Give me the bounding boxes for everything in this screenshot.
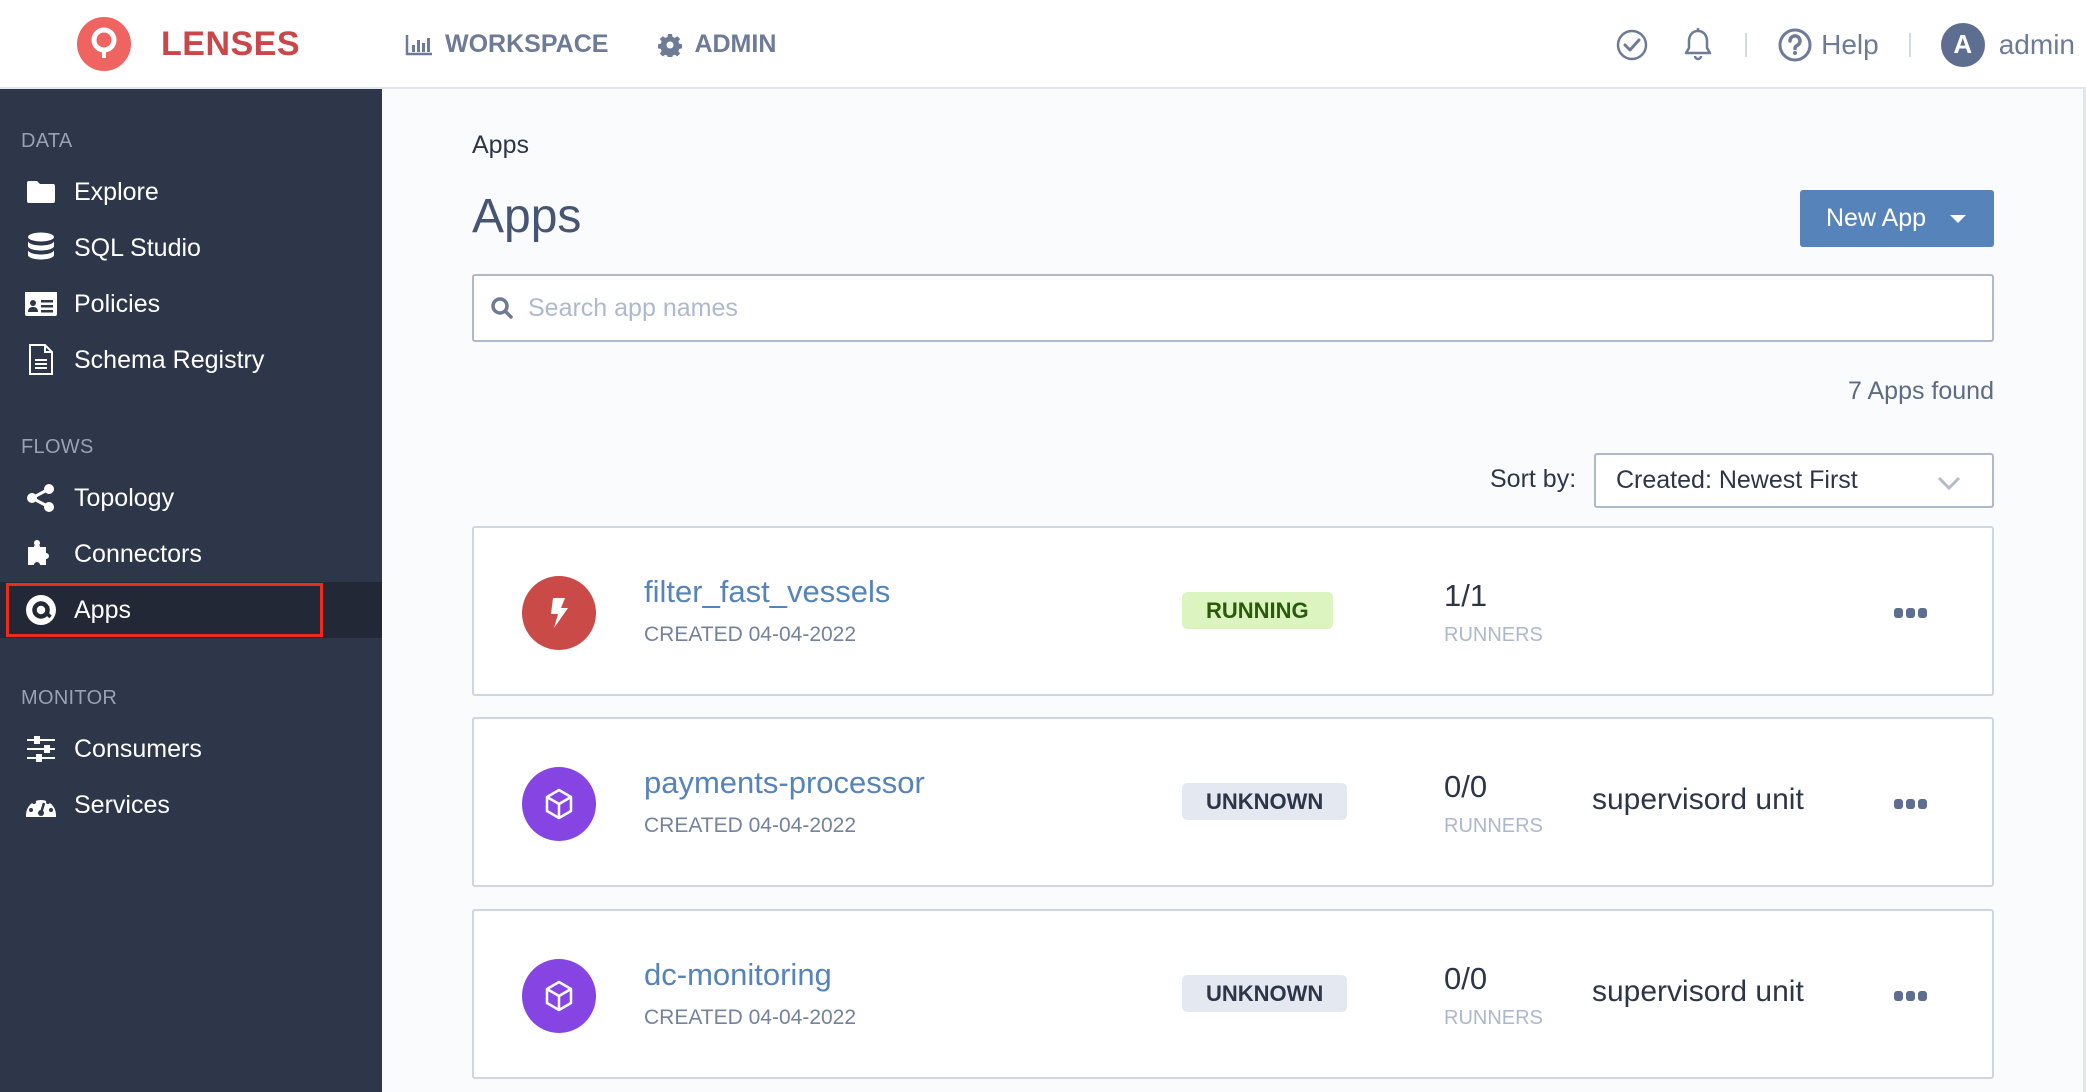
- header-divider: [1745, 32, 1748, 57]
- search-box[interactable]: [472, 274, 1994, 342]
- lightning-bolt-icon: [522, 576, 596, 650]
- new-app-button[interactable]: New App: [1800, 190, 1994, 247]
- dashboard-gauge-icon: [24, 791, 58, 819]
- cube-icon: [522, 767, 596, 841]
- runners-label: RUNNERS: [1444, 815, 1543, 837]
- sidebar-item-label: Consumers: [74, 734, 202, 763]
- sidebar-item-label: SQL Studio: [74, 233, 201, 262]
- sidebar-item-label: Schema Registry: [74, 345, 265, 374]
- header-actions: Help A admin: [1615, 0, 2086, 89]
- sidebar-section-flows: FLOWS: [21, 436, 94, 458]
- app-name-link[interactable]: payments-processor: [644, 765, 925, 801]
- caret-down-icon: [1950, 214, 1967, 223]
- puzzle-icon: [24, 539, 58, 569]
- user-name[interactable]: admin: [1999, 29, 2075, 61]
- sidebar: DATA Explore SQL Studio Policies Schema …: [0, 89, 382, 1092]
- top-nav: WORKSPACE ADMIN: [405, 0, 826, 89]
- sidebar-section-data: DATA: [21, 130, 73, 152]
- brand-logo[interactable]: LENSES: [77, 17, 300, 71]
- sidebar-item-label: Explore: [74, 177, 159, 206]
- status-badge: RUNNING: [1182, 592, 1333, 629]
- app-created-date: CREATED 04-04-2022: [644, 623, 857, 646]
- app-created-date: CREATED 04-04-2022: [644, 1006, 857, 1029]
- chevron-down-icon: [1937, 476, 1961, 491]
- nav-workspace[interactable]: WORKSPACE: [405, 30, 608, 59]
- new-app-label: New App: [1826, 204, 1927, 232]
- more-actions-icon[interactable]: [1894, 604, 1927, 622]
- page-title: Apps: [472, 190, 582, 243]
- sliders-icon: [24, 736, 58, 762]
- breadcrumb[interactable]: Apps: [472, 131, 529, 160]
- header-divider: [1908, 32, 1911, 57]
- apps-found-count: 7 Apps found: [1848, 377, 1994, 405]
- brand-name: LENSES: [161, 24, 301, 63]
- sidebar-item-services[interactable]: Services: [0, 777, 382, 833]
- gear-icon: [658, 33, 683, 57]
- sort-value: Created: Newest First: [1616, 466, 1858, 494]
- question-circle-icon: [1778, 28, 1812, 61]
- sidebar-section-monitor: MONITOR: [21, 687, 118, 709]
- sort-label: Sort by:: [1490, 465, 1577, 493]
- apps-at-icon: [24, 594, 58, 626]
- more-actions-icon[interactable]: [1894, 987, 1927, 1005]
- runners-count: 1/1: [1444, 578, 1488, 613]
- nav-workspace-label: WORKSPACE: [445, 30, 609, 58]
- sidebar-item-connectors[interactable]: Connectors: [0, 526, 382, 582]
- more-actions-icon[interactable]: [1894, 795, 1927, 813]
- sidebar-item-explore[interactable]: Explore: [0, 164, 382, 220]
- app-card[interactable]: payments-processor CREATED 04-04-2022 UN…: [472, 717, 1994, 887]
- sidebar-item-consumers[interactable]: Consumers: [0, 721, 382, 777]
- database-icon: [24, 232, 58, 264]
- sidebar-item-topology[interactable]: Topology: [0, 470, 382, 526]
- app-created-date: CREATED 04-04-2022: [644, 814, 857, 837]
- sidebar-item-label: Policies: [74, 289, 161, 318]
- status-badge: UNKNOWN: [1182, 975, 1348, 1012]
- lenses-logo-icon: [77, 17, 131, 71]
- bar-chart-icon: [405, 34, 432, 55]
- sidebar-item-label: Services: [74, 790, 170, 819]
- sidebar-item-label: Apps: [74, 595, 131, 624]
- runners-label: RUNNERS: [1444, 1007, 1543, 1029]
- runners-count: 0/0: [1444, 769, 1488, 804]
- share-nodes-icon: [24, 483, 58, 513]
- sidebar-item-label: Topology: [74, 483, 175, 512]
- runners-count: 0/0: [1444, 961, 1488, 996]
- bell-icon[interactable]: [1681, 27, 1715, 63]
- status-badge: UNKNOWN: [1182, 783, 1348, 820]
- sidebar-item-apps[interactable]: Apps: [0, 582, 382, 638]
- sidebar-item-sql-studio[interactable]: SQL Studio: [0, 220, 382, 276]
- sidebar-item-policies[interactable]: Policies: [0, 276, 382, 332]
- cube-icon: [522, 959, 596, 1033]
- document-icon: [24, 344, 58, 376]
- sidebar-item-schema-registry[interactable]: Schema Registry: [0, 332, 382, 388]
- deployment-unit: supervisord unit: [1592, 783, 1804, 816]
- deployment-unit: supervisord unit: [1592, 975, 1804, 1008]
- sidebar-item-label: Connectors: [74, 539, 202, 568]
- search-input[interactable]: [528, 293, 1928, 323]
- top-header: LENSES WORKSPACE ADMIN Help A admin: [0, 0, 2086, 89]
- app-card[interactable]: filter_fast_vessels CREATED 04-04-2022 R…: [472, 526, 1994, 696]
- id-card-icon: [24, 291, 58, 317]
- app-name-link[interactable]: filter_fast_vessels: [644, 574, 890, 610]
- avatar[interactable]: A: [1940, 22, 1985, 67]
- app-card[interactable]: dc-monitoring CREATED 04-04-2022 UNKNOWN…: [472, 909, 1994, 1079]
- search-icon: [491, 297, 513, 319]
- check-circle-icon[interactable]: [1615, 28, 1649, 62]
- nav-admin[interactable]: ADMIN: [658, 30, 776, 59]
- help-link[interactable]: Help: [1777, 27, 1879, 63]
- nav-admin-label: ADMIN: [694, 30, 777, 58]
- folder-icon: [24, 179, 58, 205]
- app-name-link[interactable]: dc-monitoring: [644, 957, 832, 993]
- runners-label: RUNNERS: [1444, 624, 1543, 646]
- sort-select[interactable]: Created: Newest First: [1594, 453, 1994, 508]
- help-label: Help: [1821, 28, 1879, 60]
- main-content: Apps Apps New App 7 Apps found Sort by: …: [382, 89, 2086, 1092]
